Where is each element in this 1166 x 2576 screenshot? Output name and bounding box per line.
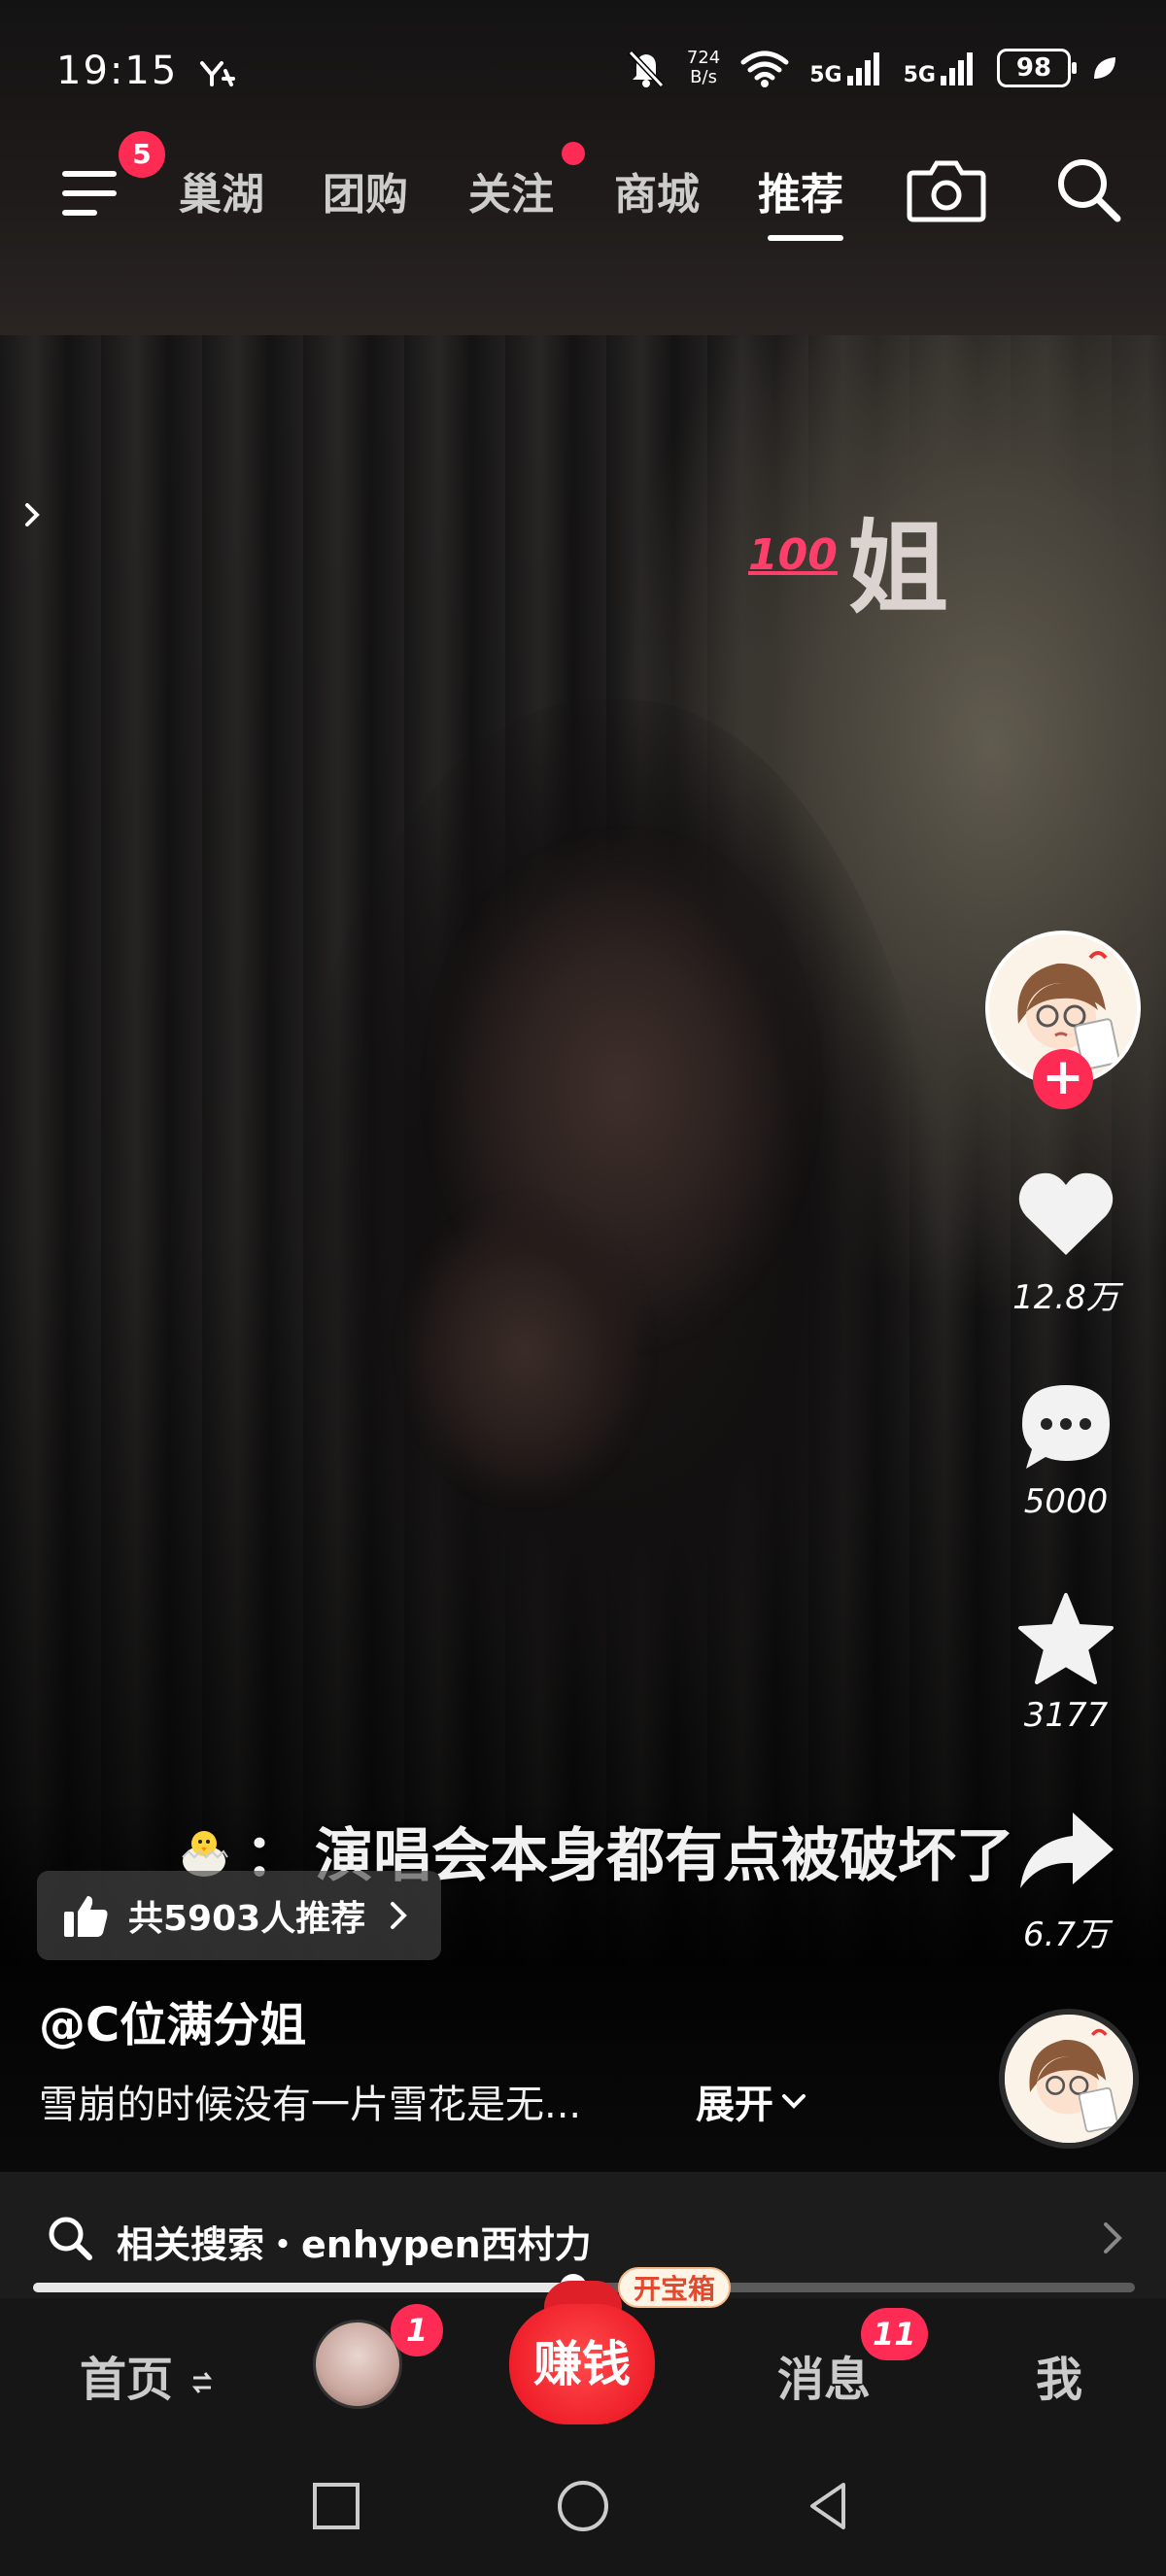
mute-bell-icon	[628, 50, 665, 88]
cartoon-avatar-icon	[1005, 2015, 1133, 2143]
signal-bars-icon	[846, 52, 879, 85]
wifi-icon	[740, 51, 789, 87]
status-bar: 19:15 724 B/s 5G 5G 98	[0, 0, 1166, 136]
tab-home-label: 首页	[80, 2353, 174, 2407]
menu-icon[interactable]	[58, 159, 126, 227]
recommendation-pill[interactable]: 共5903人推荐	[37, 1871, 441, 1960]
status-icons: 724 B/s 5G 5G 98	[625, 47, 1119, 89]
follow-plus-button[interactable]: +	[1033, 1049, 1093, 1109]
progress-fill	[33, 2283, 573, 2292]
tab-messages[interactable]: 消息	[777, 2341, 871, 2409]
video-overlay-text: 姐	[847, 509, 949, 627]
chevron-right-icon	[391, 1902, 408, 1929]
signal-1-label: 5G	[809, 63, 842, 87]
messages-badge: 11	[861, 2308, 928, 2360]
search-icon	[49, 2217, 92, 2260]
related-search-text: 相关搜索・enhypen西村力	[117, 2223, 592, 2266]
tab-home[interactable]: 首页	[80, 2341, 215, 2409]
network-speed-value: 724	[686, 48, 721, 68]
comment-count: 5000	[1023, 1482, 1109, 1521]
friend-badge: 1	[391, 2304, 443, 2356]
share-button[interactable]: 6.7万	[995, 1799, 1137, 1955]
tab-recommend[interactable]: 推荐	[758, 159, 843, 221]
hundred-emoji: 100	[748, 530, 838, 580]
share-count: 6.7万	[1022, 1915, 1110, 1954]
music-disc[interactable]	[999, 2009, 1139, 2149]
chevron-right-icon	[1104, 2222, 1122, 2254]
leaf-icon	[1094, 57, 1115, 79]
back-triangle-icon[interactable]	[801, 2477, 859, 2535]
signal-bars-icon	[941, 52, 973, 85]
home-circle-icon[interactable]	[554, 2477, 612, 2535]
menu-badge: 5	[119, 131, 165, 178]
signal-2-label: 5G	[903, 63, 936, 87]
network-speed: 724 B/s	[687, 49, 720, 87]
comment-icon	[1022, 1385, 1110, 1469]
refresh-arrows-icon	[191, 2372, 212, 2393]
expand-button[interactable]: 展开	[696, 2073, 808, 2129]
tab-chaohu[interactable]: 巢湖	[179, 159, 264, 221]
video-person-hand	[389, 1195, 661, 1515]
like-count: 12.8万	[1012, 1278, 1119, 1317]
notification-app-icon	[200, 61, 235, 86]
share-arrow-icon	[1020, 1813, 1114, 1888]
tab-group-buy[interactable]: 团购	[323, 159, 408, 221]
status-time-text: 19:15	[56, 49, 179, 93]
heart-icon	[1018, 1172, 1114, 1255]
comment-button[interactable]: 5000	[995, 1373, 1137, 1521]
friend-avatar[interactable]	[313, 2320, 402, 2409]
favorite-button[interactable]: 3177	[995, 1587, 1137, 1735]
star-icon	[1018, 1593, 1114, 1684]
tab-following[interactable]: 关注	[468, 159, 554, 221]
signal-2: 5G	[904, 49, 977, 87]
recommendation-text: 共5903人推荐	[128, 1899, 366, 1939]
battery-indicator: 98	[997, 49, 1077, 87]
thumbs-up-icon	[64, 1896, 108, 1937]
chevron-right-icon[interactable]	[17, 495, 47, 534]
network-speed-unit: B/s	[690, 67, 717, 87]
status-time: 19:15	[56, 49, 237, 93]
treasure-box-tag[interactable]: 开宝箱	[618, 2267, 732, 2308]
post-caption[interactable]: 雪崩的时候没有一片雪花是无...	[39, 2073, 581, 2129]
tab-me[interactable]: 我	[1036, 2341, 1082, 2409]
signal-1: 5G	[809, 49, 883, 87]
earn-button[interactable]: 赚钱	[509, 2304, 655, 2424]
following-new-dot	[562, 142, 585, 165]
expand-label: 展开	[696, 2083, 773, 2127]
camera-icon[interactable]	[906, 155, 987, 225]
active-tab-indicator	[768, 235, 843, 241]
bottom-tab-bar: 首页 1 赚钱 开宝箱 消息 11 我	[0, 2267, 1166, 2434]
tab-mall[interactable]: 商城	[614, 159, 700, 221]
search-icon[interactable]	[1049, 151, 1127, 228]
like-button[interactable]: 12.8万	[995, 1162, 1137, 1318]
favorite-count: 3177	[1023, 1696, 1109, 1735]
author-name[interactable]: @C位满分姐	[39, 1986, 306, 2054]
recent-apps-icon[interactable]	[307, 2477, 365, 2535]
system-navigation-bar	[0, 2434, 1166, 2576]
chevron-down-icon	[782, 2094, 806, 2109]
